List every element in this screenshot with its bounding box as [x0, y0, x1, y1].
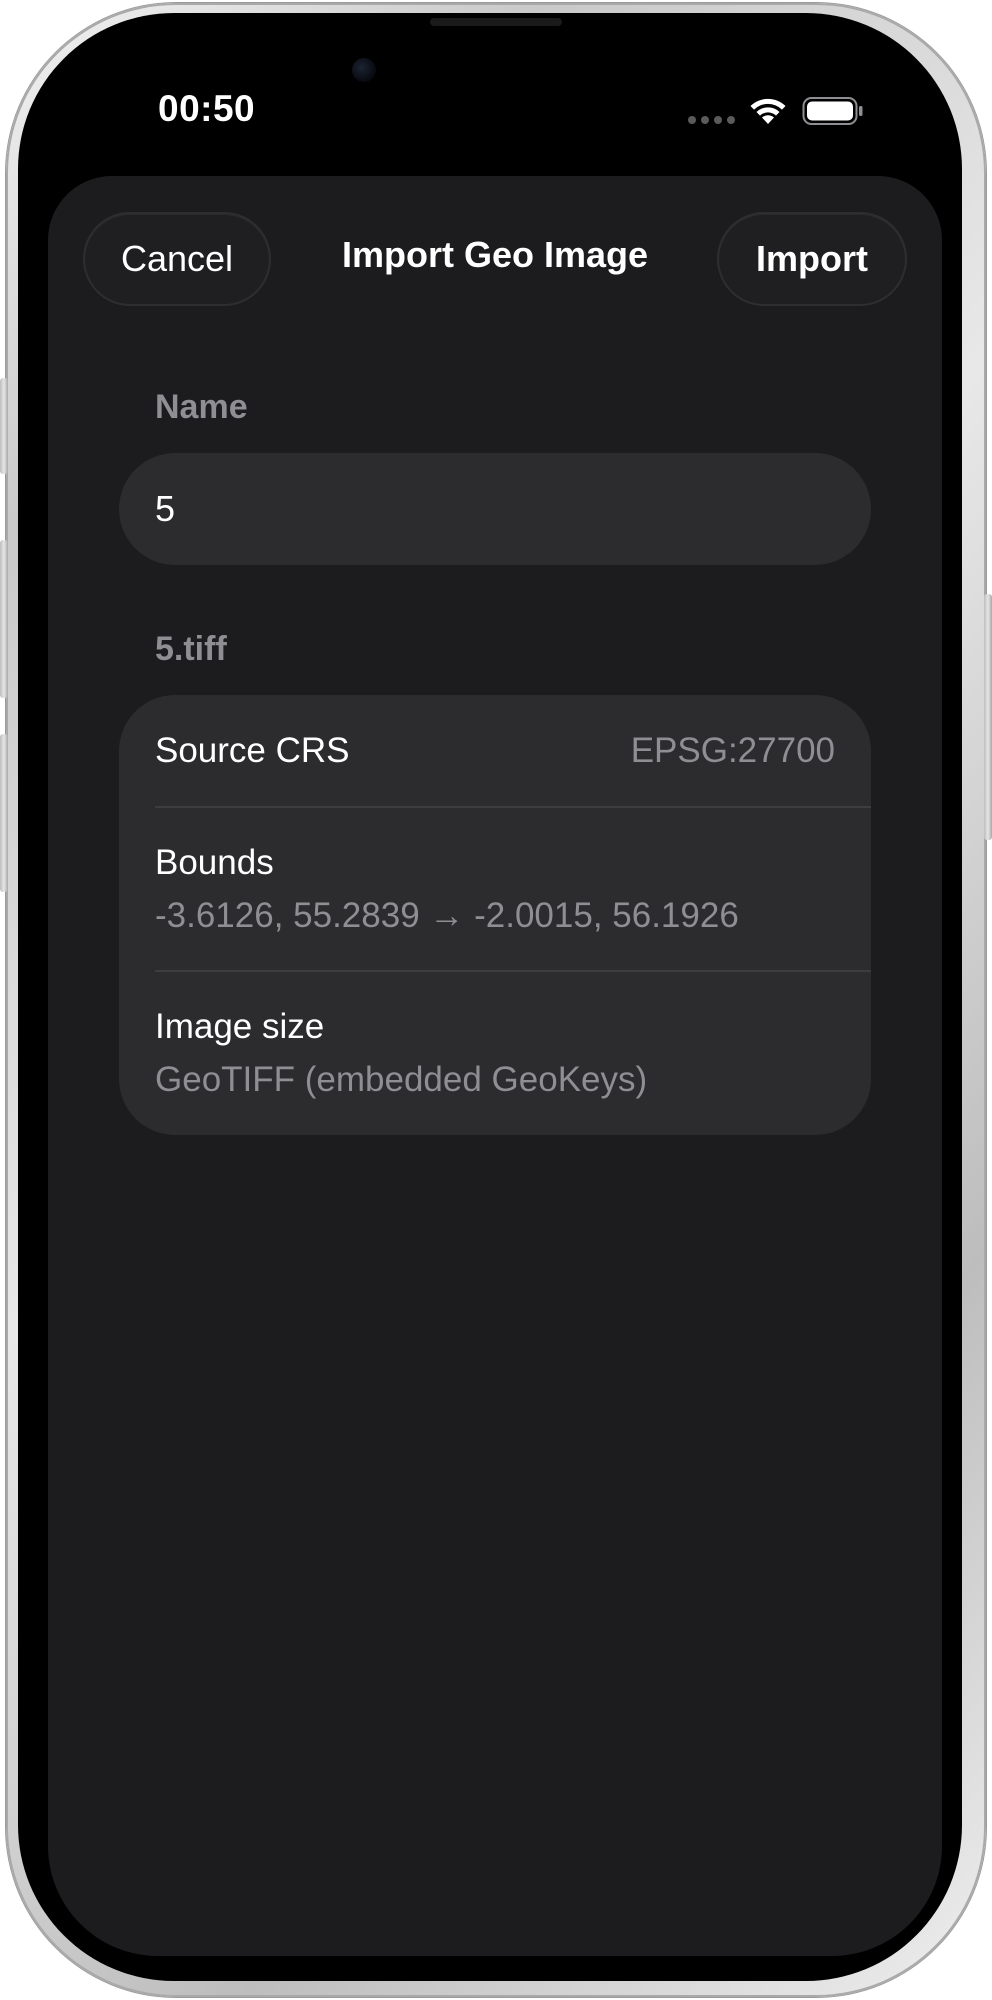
import-button[interactable]: Import	[717, 212, 907, 306]
cellular-dots-icon	[688, 116, 736, 126]
bounds-value: -3.6126, 55.2839 → -2.0015, 56.1926	[155, 896, 739, 935]
speaker-grille	[430, 18, 562, 26]
cellular-dot	[727, 116, 735, 124]
image-size-value: GeoTIFF (embedded GeoKeys)	[155, 1060, 648, 1099]
source-crs-value: EPSG:27700	[630, 731, 835, 770]
name-field[interactable]: 5	[119, 453, 871, 565]
file-info-card: Source CRS EPSG:27700 Bounds -3.6126, 55…	[119, 695, 871, 1135]
battery-icon	[802, 97, 863, 125]
action-button	[0, 378, 8, 474]
cellular-dot	[688, 116, 696, 124]
file-section-header: 5.tiff	[155, 630, 227, 668]
bounds-label: Bounds	[155, 843, 274, 882]
row-divider	[155, 970, 871, 972]
camera-icon	[352, 58, 376, 82]
sheet-title: Import Geo Image	[341, 234, 649, 275]
cellular-dot	[701, 116, 709, 124]
volume-up-button	[0, 540, 8, 698]
image-size-label: Image size	[155, 1007, 325, 1046]
name-section-header: Name	[155, 388, 248, 426]
cellular-dot	[714, 116, 722, 124]
cancel-button[interactable]: Cancel	[83, 212, 271, 306]
row-divider	[155, 806, 871, 808]
wifi-icon	[750, 98, 786, 124]
name-field-value: 5	[155, 488, 176, 529]
status-time: 00:50	[158, 88, 256, 129]
power-button	[984, 594, 992, 840]
import-geo-image-sheet: Cancel Import Geo Image Import Name 5 5.…	[48, 176, 942, 1956]
source-crs-label: Source CRS	[155, 731, 350, 770]
volume-down-button	[0, 734, 8, 892]
